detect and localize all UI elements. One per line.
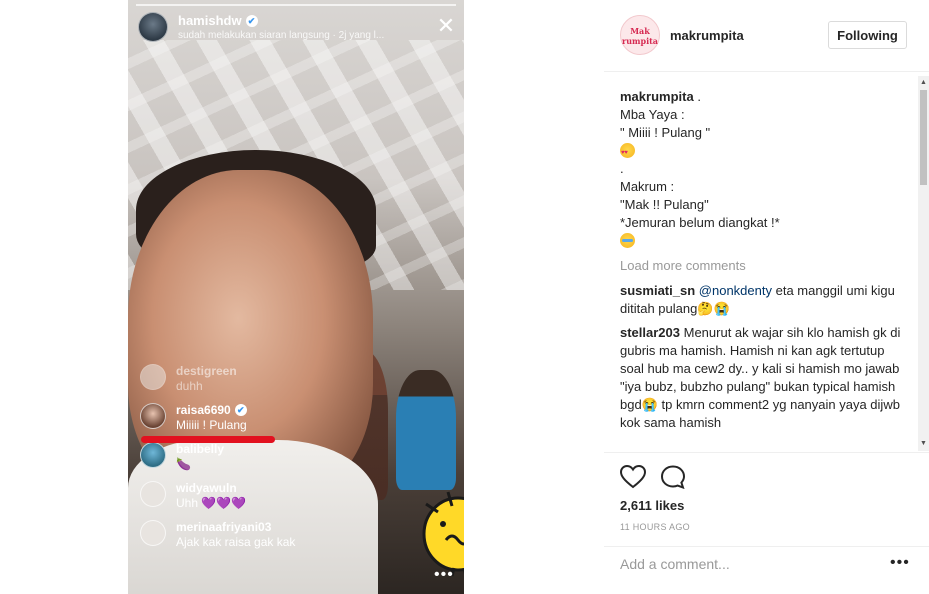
chick-sticker-icon bbox=[422, 491, 464, 577]
story-username-text[interactable]: hamishdw bbox=[178, 13, 242, 28]
add-comment-bar: ••• bbox=[604, 546, 929, 580]
comment-icon[interactable] bbox=[660, 465, 686, 489]
following-button[interactable]: Following bbox=[828, 21, 907, 49]
avatar bbox=[140, 403, 166, 429]
live-comment-user: destigreen bbox=[176, 364, 237, 378]
caption-username[interactable]: makrumpita bbox=[620, 89, 694, 104]
live-comment: raisa6690 ✔ Miiiii ! Pulang bbox=[138, 399, 338, 438]
verified-icon: ✔ bbox=[245, 14, 258, 27]
story-avatar[interactable] bbox=[138, 12, 168, 42]
owner-username[interactable]: makrumpita bbox=[670, 28, 744, 43]
story-header: hamishdw ✔ sudah melakukan siaran langsu… bbox=[138, 12, 458, 46]
avatar bbox=[140, 520, 166, 546]
background-person bbox=[396, 370, 456, 490]
live-comment-text: Miiiii ! Pulang bbox=[176, 418, 247, 432]
post-timestamp[interactable]: 11 HOURS AGO bbox=[620, 522, 690, 532]
likes-count[interactable]: 2,611 likes bbox=[620, 498, 684, 513]
load-more-comments-link[interactable]: Load more comments bbox=[620, 258, 746, 273]
caption-text: Makrum : bbox=[620, 179, 675, 194]
avatar[interactable]: Mak rumpita bbox=[620, 15, 660, 55]
more-options-icon[interactable]: ••• bbox=[890, 554, 910, 572]
story-progress-bar bbox=[136, 4, 456, 6]
scroll-thumb[interactable] bbox=[920, 90, 927, 185]
post-details-panel: Mak rumpita makrumpita Following makrump… bbox=[604, 0, 929, 594]
caption-text: . bbox=[697, 89, 701, 104]
caption-text: *Jemuran belum diangkat !* bbox=[620, 215, 780, 230]
live-comment: merinaafriyani03 Ajak kak raisa gak kak bbox=[138, 516, 338, 555]
caption-text: Mba Yaya : bbox=[620, 107, 685, 122]
live-video-replay[interactable]: hamishdw ✔ sudah melakukan siaran langsu… bbox=[128, 0, 464, 594]
post-actions: 2,611 likes 11 HOURS AGO ••• bbox=[604, 452, 929, 574]
avatar bbox=[140, 481, 166, 507]
red-highlight-underline bbox=[141, 436, 275, 443]
close-icon[interactable]: ✕ bbox=[435, 15, 457, 37]
comment-username[interactable]: susmiati_sn bbox=[620, 283, 695, 298]
instagram-post-modal: hamishdw ✔ sudah melakukan siaran langsu… bbox=[0, 0, 929, 594]
story-username[interactable]: hamishdw ✔ bbox=[178, 13, 258, 28]
heart-eyes-emoji-icon bbox=[620, 143, 635, 162]
comment-username[interactable]: stellar203 bbox=[620, 325, 680, 340]
live-comments: destigreen duhh raisa6690 ✔ Miiiii ! Pula… bbox=[138, 360, 338, 555]
comments-list[interactable]: makrumpita . Mba Yaya : " Miiii ! Pulang… bbox=[604, 76, 929, 451]
add-comment-input[interactable] bbox=[620, 554, 860, 574]
avatar bbox=[140, 364, 166, 390]
comment-text: Menurut ak wajar sih klo hamish gk di gu… bbox=[620, 325, 901, 430]
scroll-up-arrow-icon[interactable]: ▲ bbox=[918, 78, 929, 88]
live-comment-user: widyawuln bbox=[176, 481, 237, 495]
caption-text: . bbox=[620, 161, 624, 176]
caption-text: " Miiii ! Pulang " bbox=[620, 125, 711, 140]
crying-emoji-icon bbox=[620, 233, 635, 248]
live-comment-text: duhh bbox=[176, 379, 203, 393]
avatar bbox=[140, 442, 166, 468]
more-options-icon[interactable]: ••• bbox=[434, 566, 454, 584]
live-comment: balibelly 🍆 bbox=[138, 438, 338, 477]
scroll-down-arrow-icon[interactable]: ▼ bbox=[918, 439, 929, 449]
post-caption: makrumpita . Mba Yaya : " Miiii ! Pulang… bbox=[620, 88, 910, 250]
comment-mention-link[interactable]: @nonkdenty bbox=[699, 283, 772, 298]
left-backdrop bbox=[0, 0, 128, 594]
comment: susmiati_sn @nonkdenty eta manggil umi k… bbox=[620, 282, 905, 318]
post-header: Mak rumpita makrumpita Following bbox=[604, 0, 929, 72]
caption-text: "Mak !! Pulang" bbox=[620, 197, 709, 212]
live-comment-text: 🍆 bbox=[176, 457, 191, 471]
live-comment-user: raisa6690 ✔ bbox=[176, 403, 247, 417]
live-comment: destigreen duhh bbox=[138, 360, 338, 399]
live-comment: widyawuln Uhh 💜💜💜 bbox=[138, 477, 338, 516]
verified-icon: ✔ bbox=[234, 404, 247, 416]
live-comment-user: balibelly bbox=[176, 442, 225, 456]
live-comment-text: Uhh 💜💜💜 bbox=[176, 496, 247, 510]
live-comment-user: merinaafriyani03 bbox=[176, 520, 272, 534]
heart-icon[interactable] bbox=[620, 465, 646, 489]
comment: stellar203 Menurut ak wajar sih klo hami… bbox=[620, 324, 905, 432]
comments-scrollbar[interactable]: ▲ ▼ bbox=[918, 76, 929, 451]
live-comment-text: Ajak kak raisa gak kak bbox=[176, 535, 296, 549]
story-subtitle: sudah melakukan siaran langsung · 2j yan… bbox=[178, 30, 385, 41]
